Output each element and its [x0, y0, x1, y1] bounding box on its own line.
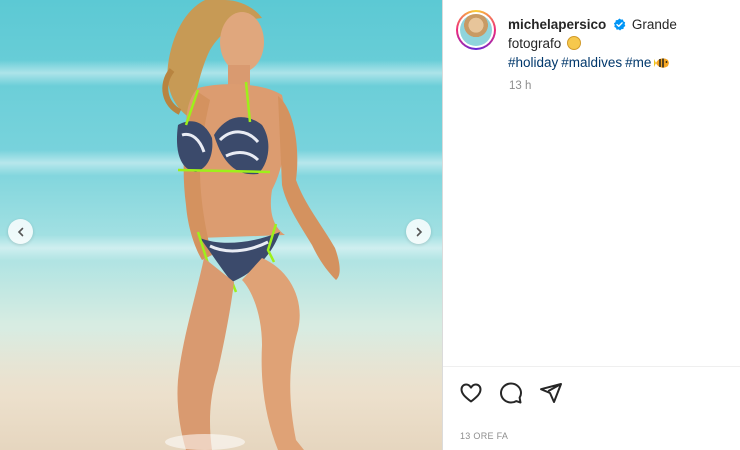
username-link[interactable]: michelapersico — [508, 17, 606, 32]
avatar-frame — [458, 12, 494, 48]
heart-icon — [460, 383, 482, 403]
post-caption: michelapersico Grande fotografo #holiday… — [508, 10, 733, 72]
share-button[interactable] — [539, 381, 563, 405]
post-time-short[interactable]: 13 h — [509, 80, 740, 92]
tropical-fish-emoji-icon — [654, 58, 670, 68]
hashtag-link[interactable]: #maldives — [561, 55, 622, 70]
avatar-image — [460, 14, 492, 46]
chevron-left-icon — [17, 227, 23, 236]
previous-photo-button[interactable] — [8, 219, 33, 244]
chevron-right-icon — [416, 227, 422, 236]
share-icon — [540, 383, 562, 403]
comment-icon — [500, 382, 522, 404]
instagram-post: michelapersico Grande fotografo #holiday… — [0, 0, 740, 450]
post-photo[interactable] — [0, 0, 442, 450]
verified-badge-icon — [613, 18, 626, 31]
model-figure — [162, 0, 340, 450]
comment-button[interactable] — [499, 381, 523, 405]
avatar[interactable] — [456, 10, 496, 50]
smiley-emoji-icon — [567, 36, 582, 50]
like-button[interactable] — [459, 381, 483, 405]
post-details-panel: michelapersico Grande fotografo #holiday… — [442, 0, 740, 450]
post-actions-bar: 13 ORE FA — [443, 366, 740, 450]
next-photo-button[interactable] — [406, 219, 431, 244]
hashtag-link[interactable]: #me — [625, 55, 651, 70]
hashtag-link[interactable]: #holiday — [508, 55, 558, 70]
post-header: michelapersico Grande fotografo #holiday… — [443, 0, 740, 72]
action-buttons — [443, 367, 740, 405]
post-time-full[interactable]: 13 ORE FA — [460, 431, 508, 441]
